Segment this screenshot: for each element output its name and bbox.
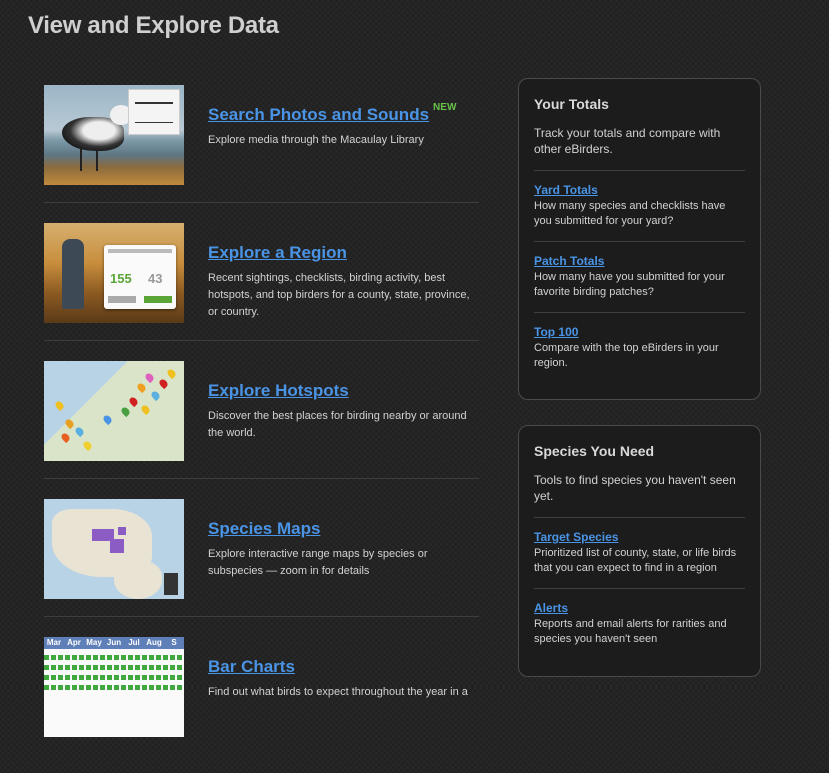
feature-description: Explore media through the Macaulay Libra… (208, 134, 424, 146)
feature-list: Search Photos and Sounds NEW Explore medi… (44, 84, 479, 773)
species-map-thumbnail[interactable] (44, 499, 184, 599)
panel-item-description: Compare with the top eBirders in your re… (534, 342, 719, 369)
hotspot-map-thumbnail[interactable] (44, 361, 184, 461)
panel-item-description: Prioritized list of county, state, or li… (534, 547, 737, 574)
page-title: View and Explore Data (28, 12, 279, 39)
feature-explore-region: 155 43 Explore a Region Recent sightings… (44, 222, 479, 341)
explore-hotspots-link[interactable]: Explore Hotspots (208, 381, 349, 401)
species-count: 155 (110, 271, 132, 286)
feature-bar-charts: Mar Apr May Jun Jul Aug S Bar Charts Find out … (44, 636, 479, 754)
feature-search-photos: Search Photos and Sounds NEW Explore medi… (44, 84, 479, 203)
panel-item-description: Reports and email alerts for rarities an… (534, 618, 727, 645)
region-stats-card: 155 43 (104, 245, 176, 309)
panel-intro: Tools to find species you haven't seen y… (534, 472, 745, 518)
new-badge: NEW (433, 102, 457, 113)
panel-item-top-100: Top 100 Compare with the top eBirders in… (534, 313, 745, 383)
panel-item-yard-totals: Yard Totals How many species and checkli… (534, 171, 745, 242)
panel-item-alerts: Alerts Reports and email alerts for rari… (534, 589, 745, 659)
bar-charts-link[interactable]: Bar Charts (208, 657, 295, 677)
your-totals-panel: Your Totals Track your totals and compar… (518, 78, 761, 400)
panel-item-description: How many have you submitted for your fav… (534, 271, 725, 298)
panel-title: Species You Need (534, 443, 655, 459)
yard-totals-link[interactable]: Yard Totals (534, 183, 745, 197)
feature-description: Recent sightings, checklists, birding ac… (208, 272, 470, 318)
checklists-count: 43 (148, 271, 163, 286)
bar-chart-thumbnail[interactable]: Mar Apr May Jun Jul Aug S (44, 637, 184, 737)
patch-totals-link[interactable]: Patch Totals (534, 254, 745, 268)
panel-title: Your Totals (534, 96, 609, 112)
alerts-link[interactable]: Alerts (534, 601, 745, 615)
search-photos-link[interactable]: Search Photos and Sounds (208, 105, 429, 125)
species-maps-link[interactable]: Species Maps (208, 519, 320, 539)
feature-species-maps: Species Maps Explore interactive range m… (44, 498, 479, 617)
feature-explore-hotspots: Explore Hotspots Discover the best place… (44, 360, 479, 479)
spectrogram-icon (128, 89, 180, 135)
explore-region-link[interactable]: Explore a Region (208, 243, 347, 263)
bar-chart-months: Mar Apr May Jun Jul Aug S (44, 637, 184, 649)
region-thumbnail[interactable]: 155 43 (44, 223, 184, 323)
panel-item-patch-totals: Patch Totals How many have you submitted… (534, 242, 745, 313)
panel-item-description: How many species and checklists have you… (534, 200, 726, 227)
feature-description: Explore interactive range maps by specie… (208, 548, 428, 577)
species-you-need-panel: Species You Need Tools to find species y… (518, 425, 761, 677)
bird-photo-thumbnail[interactable] (44, 85, 184, 185)
top-100-link[interactable]: Top 100 (534, 325, 745, 339)
panel-item-target-species: Target Species Prioritized list of count… (534, 518, 745, 589)
feature-description: Discover the best places for birding nea… (208, 410, 467, 439)
panel-intro: Track your totals and compare with other… (534, 125, 745, 171)
target-species-link[interactable]: Target Species (534, 530, 745, 544)
